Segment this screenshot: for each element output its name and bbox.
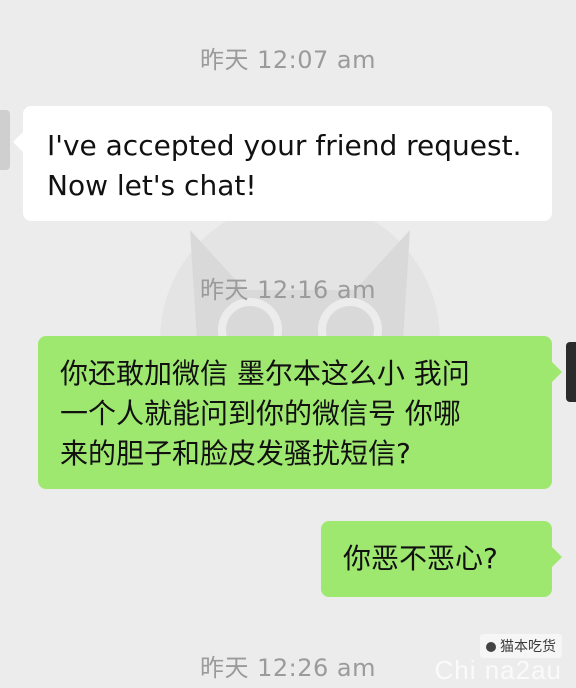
- incoming-message-bubble[interactable]: I've accepted your friend request. Now l…: [13, 106, 552, 221]
- timestamp: 昨天 12:16 am: [199, 276, 376, 304]
- message-line: 你恶不恶心?: [343, 542, 498, 575]
- user-avatar[interactable]: [566, 342, 576, 402]
- outgoing-message-bubble[interactable]: 你还敢加微信 墨尔本这么小 我问 一个人就能问到你的微信号 你哪 来的胆子和脸皮…: [38, 336, 562, 489]
- message-line: 一个人就能问到你的微信号 你哪: [60, 397, 461, 430]
- contact-avatar[interactable]: [0, 110, 10, 170]
- site-watermark: Chi na2au: [434, 655, 562, 685]
- wechat-icon: [486, 642, 496, 652]
- outgoing-message-bubble[interactable]: 你恶不恶心?: [321, 521, 562, 597]
- message-line: I've accepted your friend request.: [47, 129, 522, 162]
- message-line: Now let's chat!: [47, 169, 257, 202]
- message-line: 你还敢加微信 墨尔本这么小 我问: [60, 357, 470, 390]
- chat-area[interactable]: 昨天 12:07 am I've accepted your friend re…: [0, 0, 576, 688]
- timestamp: 昨天 12:07 am: [199, 46, 376, 74]
- message-line: 来的胆子和脸皮发骚扰短信?: [60, 437, 411, 470]
